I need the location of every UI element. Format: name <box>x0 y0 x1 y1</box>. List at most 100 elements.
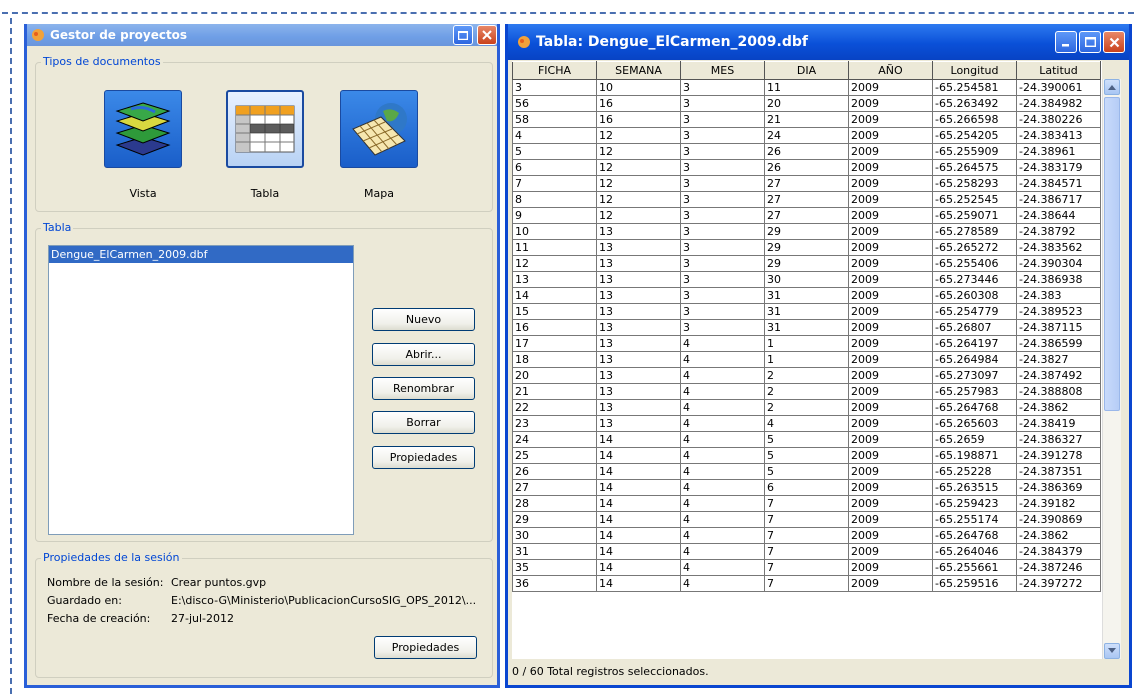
table-row[interactable]: 23 13 4 4 2009 -65.265603 -24.38419 <box>512 415 1101 432</box>
table-window-titlebar[interactable]: Tabla: Dengue_ElCarmen_2009.dbf <box>508 24 1129 60</box>
column-header[interactable]: Latitud <box>1016 61 1101 80</box>
table-row[interactable]: 26 14 4 5 2009 -65.25228 -24.387351 <box>512 463 1101 480</box>
table-cell: 56 <box>512 95 597 112</box>
table-cell: -24.387492 <box>1016 367 1101 384</box>
column-header[interactable]: Longitud <box>932 61 1017 80</box>
table-cell: 13 <box>596 255 681 272</box>
tabla-button[interactable] <box>226 90 304 168</box>
table-row[interactable]: 17 13 4 1 2009 -65.264197 -24.386599 <box>512 335 1101 352</box>
table-cell: 13 <box>596 303 681 320</box>
vertical-scrollbar[interactable] <box>1102 79 1121 659</box>
close-button[interactable] <box>1103 31 1125 53</box>
table-cell: 4 <box>680 479 765 496</box>
table-row[interactable]: 6 12 3 26 2009 -65.264575 -24.383179 <box>512 159 1101 176</box>
table-properties-button[interactable]: Propiedades <box>372 446 475 469</box>
table-cell: 3 <box>680 207 765 224</box>
scroll-thumb[interactable] <box>1104 97 1120 411</box>
table-cell: 2009 <box>848 431 933 448</box>
attribute-table: FICHA SEMANA MES DIA AÑO Longitud Latitud 3 10 3… <box>512 61 1101 592</box>
column-header[interactable]: AÑO <box>848 61 933 80</box>
table-row[interactable]: 31 14 4 7 2009 -65.264046 -24.384379 <box>512 543 1101 560</box>
table-cell: 4 <box>680 559 765 576</box>
table-row[interactable]: 10 13 3 29 2009 -65.278589 -24.38792 <box>512 223 1101 240</box>
table-cell: 2009 <box>848 319 933 336</box>
table-row[interactable]: 27 14 4 6 2009 -65.263515 -24.386369 <box>512 479 1101 496</box>
table-cell: 14 <box>596 575 681 592</box>
table-cell: 5 <box>512 143 597 160</box>
chevron-down-icon <box>1108 648 1116 653</box>
minimize-button[interactable] <box>1055 31 1077 53</box>
saved-in-row: Guardado en: E:\disco-G\Ministerio\Public… <box>47 594 476 607</box>
map-icon <box>352 103 407 156</box>
table-cell: -24.387351 <box>1016 463 1101 480</box>
column-header[interactable]: DIA <box>764 61 849 80</box>
column-header[interactable]: SEMANA <box>596 61 681 80</box>
maximize-button[interactable] <box>1079 31 1101 53</box>
table-cell: 26 <box>764 159 849 176</box>
table-cell: 4 <box>680 399 765 416</box>
table-cell: -24.387115 <box>1016 319 1101 336</box>
table-row[interactable]: 36 14 4 7 2009 -65.259516 -24.397272 <box>512 575 1101 592</box>
table-cell: 7 <box>764 575 849 592</box>
table-row[interactable]: 28 14 4 7 2009 -65.259423 -24.39182 <box>512 495 1101 512</box>
table-row[interactable]: 9 12 3 27 2009 -65.259071 -24.38644 <box>512 207 1101 224</box>
vista-button[interactable] <box>104 90 182 168</box>
session-name-row: Nombre de la sesión: Crear puntos.gvp <box>47 576 266 589</box>
project-manager-titlebar[interactable]: Gestor de proyectos <box>27 24 497 46</box>
delete-button[interactable]: Borrar <box>372 411 475 434</box>
table-cell: 13 <box>596 271 681 288</box>
table-cell: -65.252545 <box>932 191 1017 208</box>
table-cell: -65.266598 <box>932 111 1017 128</box>
table-row[interactable]: 16 13 3 31 2009 -65.26807 -24.387115 <box>512 319 1101 336</box>
table-row[interactable]: 3 10 3 11 2009 -65.254581 -24.390061 <box>512 79 1101 96</box>
table-row[interactable]: 8 12 3 27 2009 -65.252545 -24.386717 <box>512 191 1101 208</box>
close-button[interactable] <box>477 25 497 45</box>
table-cell: -24.397272 <box>1016 575 1101 592</box>
table-row[interactable]: 21 13 4 2 2009 -65.257983 -24.388808 <box>512 383 1101 400</box>
column-header[interactable]: MES <box>680 61 765 80</box>
table-cell: 4 <box>680 463 765 480</box>
table-row[interactable]: 24 14 4 5 2009 -65.2659 -24.386327 <box>512 431 1101 448</box>
table-row[interactable]: 56 16 3 20 2009 -65.263492 -24.384982 <box>512 95 1101 112</box>
table-row[interactable]: 15 13 3 31 2009 -65.254779 -24.389523 <box>512 303 1101 320</box>
table-row[interactable]: 58 16 3 21 2009 -65.266598 -24.380226 <box>512 111 1101 128</box>
table-row[interactable]: 14 13 3 31 2009 -65.260308 -24.383 <box>512 287 1101 304</box>
table-cell: -65.258293 <box>932 175 1017 192</box>
table-row[interactable]: 20 13 4 2 2009 -65.273097 -24.387492 <box>512 367 1101 384</box>
table-row[interactable]: 25 14 4 5 2009 -65.198871 -24.391278 <box>512 447 1101 464</box>
table-row[interactable]: 13 13 3 30 2009 -65.273446 -24.386938 <box>512 271 1101 288</box>
table-row[interactable]: 35 14 4 7 2009 -65.255661 -24.387246 <box>512 559 1101 576</box>
table-cell: 2009 <box>848 367 933 384</box>
open-button[interactable]: Abrir... <box>372 343 475 366</box>
table-cell: 23 <box>512 415 597 432</box>
status-bar: 0 / 60 Total registros seleccionados. <box>512 664 709 678</box>
data-table[interactable]: FICHA SEMANA MES DIA AÑO Longitud Latitud 3 10 3… <box>512 61 1102 659</box>
list-item[interactable]: Dengue_ElCarmen_2009.dbf <box>49 246 353 263</box>
table-row[interactable]: 12 13 3 29 2009 -65.255406 -24.390304 <box>512 255 1101 272</box>
table-row[interactable]: 4 12 3 24 2009 -65.254205 -24.383413 <box>512 127 1101 144</box>
table-cell: 2009 <box>848 207 933 224</box>
table-row[interactable]: 5 12 3 26 2009 -65.255909 -24.38961 <box>512 143 1101 160</box>
rename-button[interactable]: Renombrar <box>372 377 475 400</box>
table-cell: 3 <box>680 271 765 288</box>
new-button[interactable]: Nuevo <box>372 308 475 331</box>
table-row[interactable]: 7 12 3 27 2009 -65.258293 -24.384571 <box>512 175 1101 192</box>
table-cell: -65.254581 <box>932 79 1017 96</box>
table-row[interactable]: 18 13 4 1 2009 -65.264984 -24.3827 <box>512 351 1101 368</box>
table-row[interactable]: 22 13 4 2 2009 -65.264768 -24.3862 <box>512 399 1101 416</box>
table-list[interactable]: Dengue_ElCarmen_2009.dbf <box>48 245 354 535</box>
session-properties-button[interactable]: Propiedades <box>374 636 477 659</box>
mapa-button[interactable] <box>340 90 418 168</box>
saved-in-value: E:\disco-G\Ministerio\PublicacionCursoSI… <box>171 594 477 607</box>
table-row[interactable]: 29 14 4 7 2009 -65.255174 -24.390869 <box>512 511 1101 528</box>
scroll-down-button[interactable] <box>1104 643 1120 659</box>
table-legend: Tabla <box>41 221 74 234</box>
column-header[interactable]: FICHA <box>512 61 597 80</box>
table-row[interactable]: 30 14 4 7 2009 -65.264768 -24.3862 <box>512 527 1101 544</box>
table-cell: 3 <box>680 223 765 240</box>
table-cell: 4 <box>680 351 765 368</box>
maximize-button[interactable] <box>453 25 473 45</box>
table-cell: 7 <box>764 559 849 576</box>
scroll-up-button[interactable] <box>1104 79 1120 95</box>
table-row[interactable]: 11 13 3 29 2009 -65.265272 -24.383562 <box>512 239 1101 256</box>
